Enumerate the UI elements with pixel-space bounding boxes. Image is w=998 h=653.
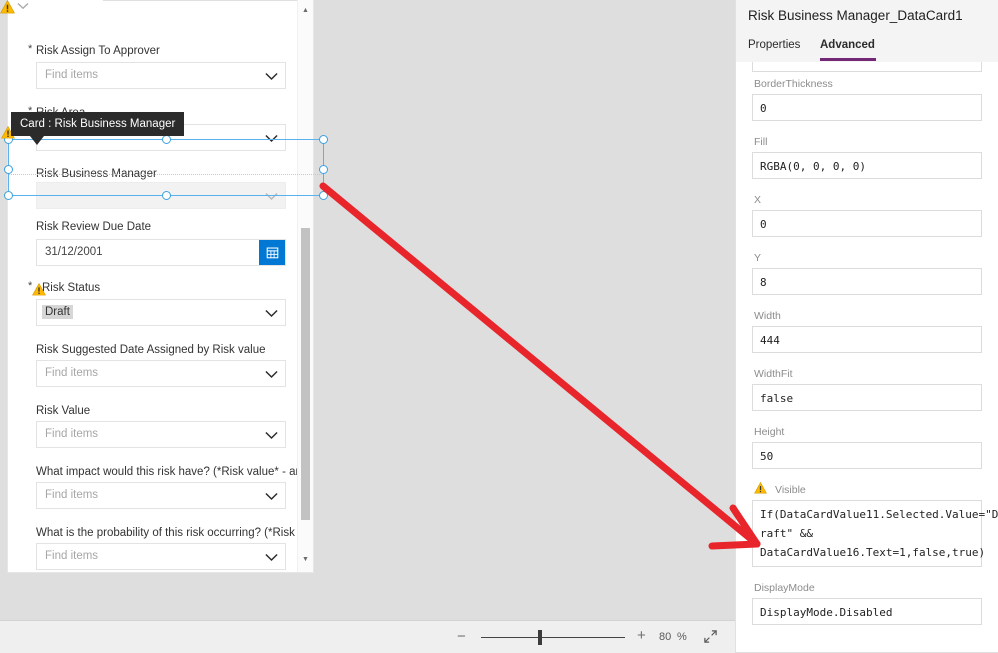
chevron-down-icon[interactable]	[17, 2, 29, 10]
chevron-down-icon[interactable]	[265, 553, 278, 562]
element-tooltip: Card : Risk Business Manager	[11, 112, 185, 136]
resize-handle-top-center[interactable]	[162, 135, 171, 144]
field-input-dropdown[interactable]: Draft	[36, 299, 286, 326]
form-scrollbar[interactable]: ▲ ▼	[297, 0, 313, 572]
field-value: 31/12/2001	[45, 246, 103, 258]
field-placeholder: Find items	[45, 550, 99, 562]
chevron-down-icon[interactable]	[265, 72, 278, 81]
field-label: Risk Value	[36, 405, 91, 417]
property-input-displaymode[interactable]: DisplayMode.Disabled	[752, 598, 982, 625]
property-value: DisplayMode.Disabled	[760, 606, 893, 619]
field-placeholder: Find items	[45, 367, 99, 379]
chevron-down-icon[interactable]	[265, 431, 278, 440]
property-label: Fill	[754, 136, 768, 148]
property-warning-icon[interactable]	[754, 482, 768, 495]
property-value: 444	[760, 334, 780, 347]
chevron-down-icon[interactable]	[265, 370, 278, 379]
property-label: WidthFit	[754, 368, 793, 380]
scroll-down-icon[interactable]: ▼	[298, 552, 313, 567]
property-input-height[interactable]: 50	[752, 442, 982, 469]
properties-panel[interactable]: Risk Business Manager_DataCard1 Properti…	[735, 0, 998, 652]
calendar-icon[interactable]	[259, 240, 285, 265]
properties-panel-title: Risk Business Manager_DataCard1	[748, 8, 963, 23]
property-label: Y	[754, 252, 762, 264]
property-value: false	[760, 392, 794, 405]
zoom-percent-value: 80	[659, 631, 672, 643]
property-input-y[interactable]: 8	[752, 268, 982, 295]
active-tab-underline	[820, 58, 876, 61]
property-label: Height	[754, 426, 785, 438]
chevron-down-icon[interactable]	[265, 492, 278, 501]
field-placeholder: Find items	[45, 69, 99, 81]
field-label: Risk Review Due Date	[36, 221, 152, 233]
property-value: 0	[760, 102, 767, 115]
zoom-in-button[interactable]: +	[637, 628, 646, 643]
field-input-date[interactable]: 31/12/2001	[36, 239, 286, 266]
property-label: X	[754, 194, 762, 206]
tooltip-tail	[30, 136, 44, 145]
app-root: * Risk Assign To Approver Find items * Risk …	[0, 0, 998, 653]
resize-handle-bottom-left[interactable]	[4, 191, 13, 200]
field-placeholder: Find items	[45, 428, 99, 440]
property-value: raft" &&	[760, 527, 813, 540]
scroll-up-icon[interactable]: ▲	[298, 3, 313, 18]
property-label: BorderThickness	[754, 78, 833, 90]
resize-handle-bottom-center[interactable]	[162, 191, 171, 200]
tab-advanced[interactable]: Advanced	[820, 39, 875, 51]
clipped-field-above	[103, 0, 313, 1]
property-input-borderthickness[interactable]: 0	[752, 94, 982, 121]
canvas-bottom-toolbar[interactable]: − + 80 %	[0, 620, 735, 653]
design-canvas[interactable]: * Risk Assign To Approver Find items * Risk …	[0, 0, 735, 620]
resize-handle-middle-left[interactable]	[4, 165, 13, 174]
property-value: RGBA(0, 0, 0, 0)	[760, 160, 866, 173]
field-input-dropdown[interactable]: Find items	[36, 421, 286, 448]
chevron-down-icon[interactable]	[265, 309, 278, 318]
field-placeholder: Find items	[45, 489, 99, 501]
form-scroll-viewport: * Risk Assign To Approver Find items * Risk …	[8, 0, 313, 572]
selected-datacard-outline[interactable]	[8, 139, 324, 196]
property-value: DataCardValue16.Text=1,false,true)	[760, 546, 986, 559]
property-input-widthfit[interactable]: false	[752, 384, 982, 411]
field-input-dropdown[interactable]: Find items	[36, 62, 286, 89]
zoom-slider-thumb[interactable]	[538, 630, 542, 645]
field-selected-value: Draft	[42, 305, 73, 319]
property-input-fill[interactable]: RGBA(0, 0, 0, 0)	[752, 152, 982, 179]
property-input-visible[interactable]: If(DataCardValue11.Selected.Value="D raft…	[752, 500, 998, 567]
field-label: Risk Status	[42, 282, 101, 294]
property-input-width[interactable]: 444	[752, 326, 982, 353]
field-label: Risk Assign To Approver	[36, 45, 160, 57]
property-value: If(DataCardValue11.Selected.Value="D	[760, 508, 998, 521]
field-label: What is the probability of this risk occ…	[36, 527, 313, 539]
zoom-percent-symbol: %	[677, 631, 687, 643]
field-input-dropdown[interactable]: Find items	[36, 482, 286, 509]
property-label: DisplayMode	[754, 582, 815, 594]
fit-to-screen-icon[interactable]	[703, 629, 718, 649]
property-input-x[interactable]: 0	[752, 210, 982, 237]
zoom-out-button[interactable]: −	[457, 629, 466, 644]
resize-handle-bottom-right[interactable]	[319, 191, 328, 200]
clipped-property-input[interactable]	[752, 62, 982, 72]
field-input-dropdown[interactable]: Find items	[36, 543, 286, 570]
zoom-slider-track[interactable]	[481, 637, 625, 638]
field-input-dropdown[interactable]: Find items	[36, 360, 286, 387]
property-label: Width	[754, 310, 781, 322]
property-value: 8	[760, 276, 767, 289]
tooltip-text: Card : Risk Business Manager	[20, 118, 176, 130]
edit-form[interactable]: * Risk Assign To Approver Find items * Risk …	[8, 0, 313, 572]
field-label: Risk Suggested Date Assigned by Risk val…	[36, 344, 266, 356]
properties-panel-header: Risk Business Manager_DataCard1 Properti…	[736, 0, 998, 62]
tab-properties[interactable]: Properties	[748, 39, 800, 51]
property-value: 0	[760, 218, 767, 231]
resize-handle-top-right[interactable]	[319, 135, 328, 144]
field-label: What impact would this risk have? (*Risk…	[36, 466, 313, 478]
property-value: 50	[760, 450, 774, 463]
resize-handle-middle-right[interactable]	[319, 165, 328, 174]
scrollbar-thumb[interactable]	[301, 228, 310, 520]
property-label: Visible	[775, 484, 806, 496]
warning-icon[interactable]	[0, 0, 15, 14]
properties-panel-body[interactable]: BorderThickness 0 Fill RGBA(0, 0, 0, 0) X 0 Y 8…	[736, 62, 998, 652]
required-indicator: *	[28, 43, 33, 55]
